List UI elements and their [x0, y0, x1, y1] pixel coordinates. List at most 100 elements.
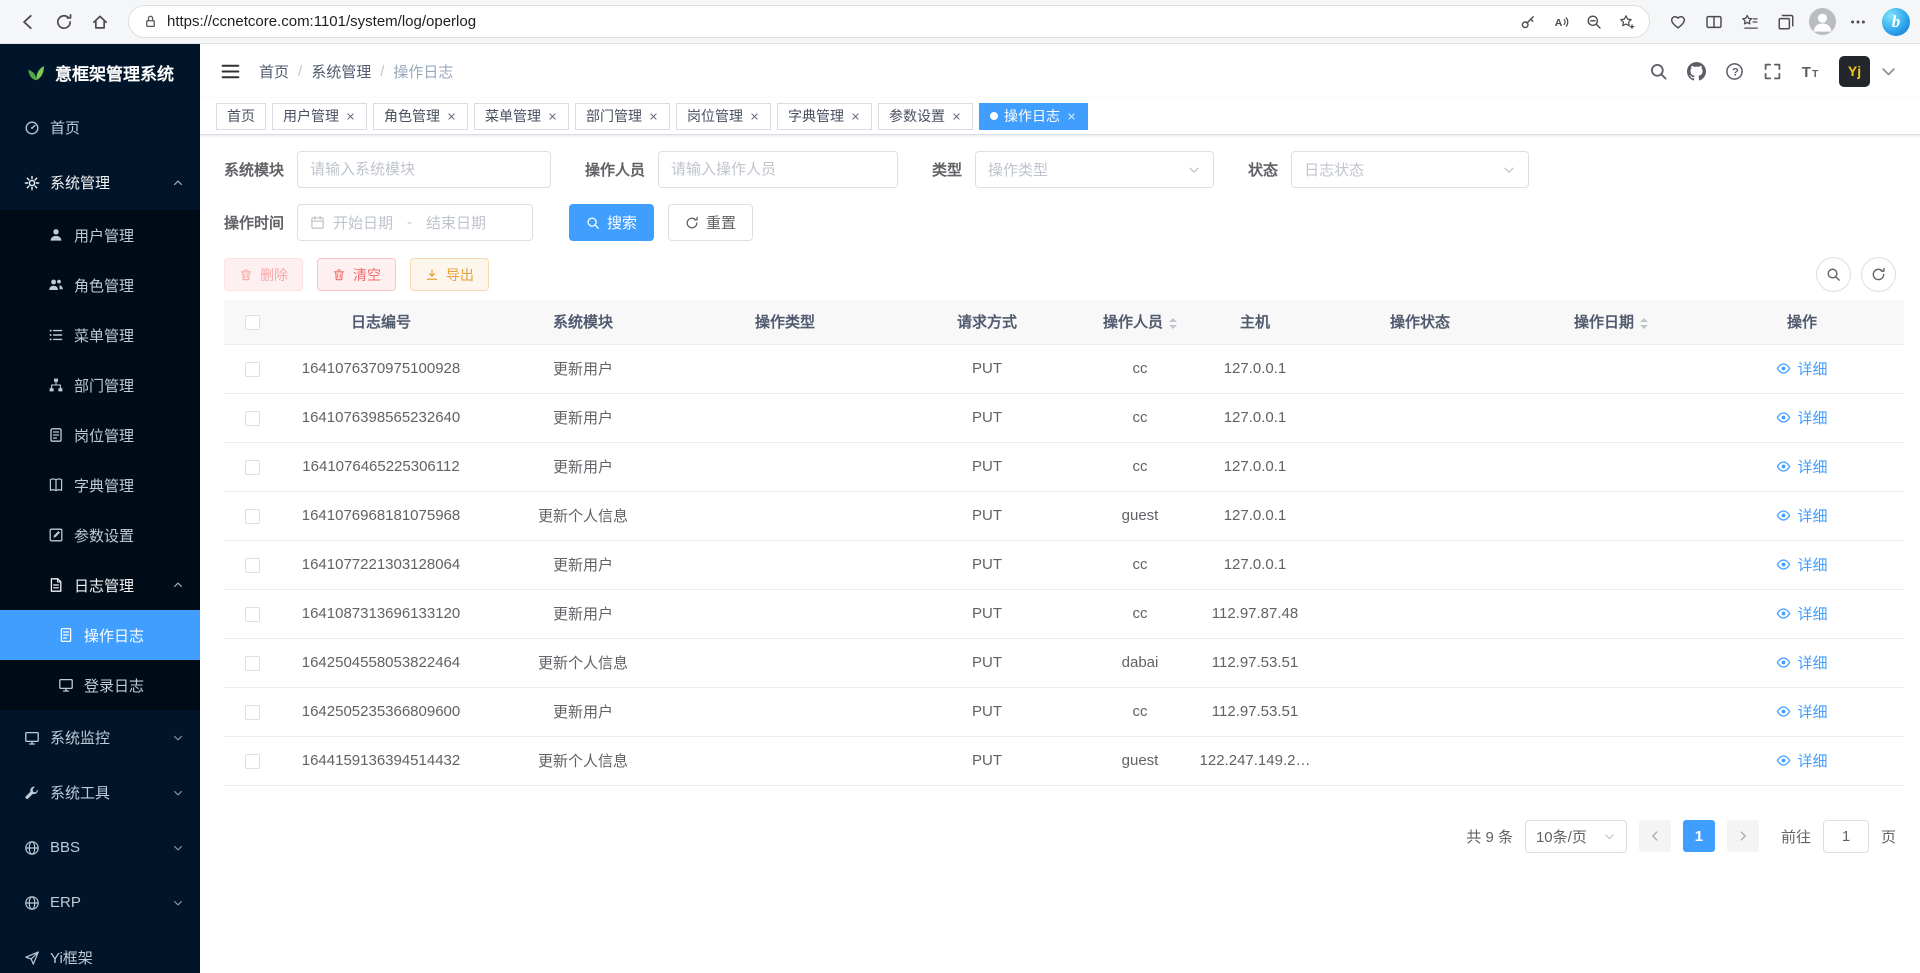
sidebar-item-dept-management[interactable]: 部门管理 — [0, 360, 200, 410]
tab-oper-log[interactable]: 操作日志 — [979, 103, 1088, 130]
sidebar-item-bbs[interactable]: BBS — [0, 820, 200, 875]
sidebar-item-home[interactable]: 首页 — [0, 100, 200, 155]
fullscreen-icon[interactable] — [1763, 62, 1782, 81]
tab-dict-management[interactable]: 字典管理 — [777, 103, 872, 130]
operator-input[interactable] — [658, 151, 898, 188]
breadcrumb-item[interactable]: 首页 — [259, 61, 289, 82]
row-checkbox[interactable] — [245, 411, 260, 426]
browser-menu-button[interactable] — [1840, 5, 1876, 39]
detail-link[interactable]: 详细 — [1776, 505, 1827, 526]
back-button[interactable] — [10, 5, 46, 39]
tab-close-icon[interactable] — [951, 111, 962, 122]
sort-carets[interactable] — [1169, 318, 1177, 329]
prev-page-button[interactable] — [1639, 820, 1671, 852]
help-icon[interactable]: ? — [1725, 62, 1744, 81]
password-button[interactable] — [1511, 8, 1544, 36]
tab-close-icon[interactable] — [850, 111, 861, 122]
sidebar-item-role-management[interactable]: 角色管理 — [0, 260, 200, 310]
address-bar[interactable]: https://ccnetcore.com:1101/system/log/op… — [128, 5, 1650, 38]
search-icon[interactable] — [1649, 62, 1668, 81]
row-checkbox[interactable] — [245, 460, 260, 475]
tab-close-icon[interactable] — [1066, 111, 1077, 122]
browser-essentials-button[interactable] — [1660, 5, 1696, 39]
copilot-icon[interactable]: b — [1882, 8, 1910, 36]
next-page-button[interactable] — [1727, 820, 1759, 852]
breadcrumb-item[interactable]: 系统管理 — [311, 61, 371, 82]
sidebar-item-erp[interactable]: ERP — [0, 875, 200, 930]
row-checkbox[interactable] — [245, 509, 260, 524]
row-checkbox[interactable] — [245, 754, 260, 769]
detail-link[interactable]: 详细 — [1776, 358, 1827, 379]
collections-button[interactable] — [1768, 5, 1804, 39]
profile-button[interactable] — [1804, 5, 1840, 39]
sidebar-item-log-management[interactable]: 日志管理 — [0, 560, 200, 610]
github-icon[interactable] — [1687, 62, 1706, 81]
app-logo[interactable]: 意框架管理系统 — [0, 44, 200, 100]
chevron-down-icon[interactable] — [1879, 62, 1898, 81]
export-button[interactable]: 导出 — [410, 258, 489, 291]
tab-user-management[interactable]: 用户管理 — [272, 103, 367, 130]
tab-post-management[interactable]: 岗位管理 — [676, 103, 771, 130]
add-favorite-button[interactable] — [1610, 8, 1643, 36]
module-input[interactable] — [297, 151, 551, 188]
type-select[interactable]: 操作类型 — [975, 151, 1214, 188]
split-screen-button[interactable] — [1696, 5, 1732, 39]
row-checkbox[interactable] — [245, 705, 260, 720]
page-number-button[interactable]: 1 — [1683, 820, 1715, 852]
sidebar-item-post-management[interactable]: 岗位管理 — [0, 410, 200, 460]
sidebar-item-user-management[interactable]: 用户管理 — [0, 210, 200, 260]
tab-dept-management[interactable]: 部门管理 — [575, 103, 670, 130]
sidebar-item-login-log[interactable]: 登录日志 — [0, 660, 200, 710]
tab-close-icon[interactable] — [648, 111, 659, 122]
tab-menu-management[interactable]: 菜单管理 — [474, 103, 569, 130]
tab-param-settings[interactable]: 参数设置 — [878, 103, 973, 130]
favorites-button[interactable] — [1732, 5, 1768, 39]
page-size-select[interactable]: 10条/页 — [1525, 820, 1627, 853]
show-search-button[interactable] — [1816, 257, 1851, 292]
read-aloud-button[interactable]: A — [1544, 8, 1577, 36]
row-checkbox[interactable] — [245, 362, 260, 377]
user-avatar[interactable]: Yj — [1839, 56, 1870, 87]
detail-link[interactable]: 详细 — [1776, 701, 1827, 722]
sidebar-item-yi-framework[interactable]: Yi框架 — [0, 930, 200, 973]
tab-home[interactable]: 首页 — [216, 103, 266, 130]
row-checkbox[interactable] — [245, 607, 260, 622]
row-checkbox[interactable] — [245, 656, 260, 671]
sidebar-item-system-monitor[interactable]: 系统监控 — [0, 710, 200, 765]
clear-button[interactable]: 清空 — [317, 258, 396, 291]
sidebar-item-system-tools[interactable]: 系统工具 — [0, 765, 200, 820]
detail-link[interactable]: 详细 — [1776, 750, 1827, 771]
goto-page-input[interactable] — [1823, 820, 1869, 853]
refresh-table-button[interactable] — [1861, 257, 1896, 292]
detail-link[interactable]: 详细 — [1776, 554, 1827, 575]
reset-button[interactable]: 重置 — [668, 204, 753, 241]
zoom-button[interactable] — [1577, 8, 1610, 36]
sort-carets[interactable] — [1640, 318, 1648, 329]
browser-home-button[interactable] — [82, 5, 118, 39]
detail-link[interactable]: 详细 — [1776, 456, 1827, 477]
detail-link[interactable]: 详细 — [1776, 603, 1827, 624]
font-size-icon[interactable]: TT — [1801, 62, 1820, 81]
detail-link[interactable]: 详细 — [1776, 407, 1827, 428]
row-checkbox[interactable] — [245, 558, 260, 573]
column-header[interactable]: 操作人员 — [1088, 300, 1192, 344]
status-select[interactable]: 日志状态 — [1291, 151, 1529, 188]
reload-button[interactable] — [46, 5, 82, 39]
delete-button[interactable]: 删除 — [224, 258, 303, 291]
column-header[interactable]: 操作日期 — [1522, 300, 1700, 344]
sidebar-item-oper-log[interactable]: 操作日志 — [0, 610, 200, 660]
sidebar-item-param-settings[interactable]: 参数设置 — [0, 510, 200, 560]
tab-close-icon[interactable] — [446, 111, 457, 122]
date-range-picker[interactable]: 开始日期 - 结束日期 — [297, 204, 533, 241]
tab-role-management[interactable]: 角色管理 — [373, 103, 468, 130]
sidebar-item-dict-management[interactable]: 字典管理 — [0, 460, 200, 510]
sidebar-item-menu-management[interactable]: 菜单管理 — [0, 310, 200, 360]
collapse-menu-icon[interactable] — [220, 61, 241, 82]
select-all-checkbox[interactable] — [245, 315, 260, 330]
detail-link[interactable]: 详细 — [1776, 652, 1827, 673]
sidebar-item-system-management[interactable]: 系统管理 — [0, 155, 200, 210]
tab-close-icon[interactable] — [749, 111, 760, 122]
search-button[interactable]: 搜索 — [569, 204, 654, 241]
tab-close-icon[interactable] — [345, 111, 356, 122]
tab-close-icon[interactable] — [547, 111, 558, 122]
